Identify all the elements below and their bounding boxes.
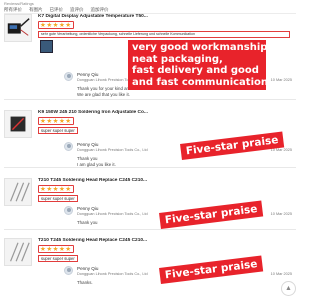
filter-tab-with-images[interactable]: 有图片 bbox=[29, 7, 43, 13]
avatar bbox=[64, 206, 73, 215]
reply-date: 10 Mar 2025 bbox=[270, 78, 292, 82]
review-text: super super super bbox=[38, 127, 78, 134]
arrow-up-icon[interactable]: ▲ bbox=[281, 281, 296, 296]
product-thumbnail[interactable] bbox=[4, 238, 32, 266]
reply-text: Thank you I am glad you like it. bbox=[77, 156, 116, 167]
product-title[interactable]: T210 T245 Soldering Head Replace C245 C2… bbox=[38, 238, 228, 243]
avatar bbox=[64, 142, 73, 151]
star-rating: ★★★★★ bbox=[38, 245, 74, 253]
filter-tab-all[interactable]: 所有评价 bbox=[4, 7, 22, 13]
review-text: super super super bbox=[38, 195, 78, 202]
star-rating: ★★★★★ bbox=[38, 117, 74, 125]
product-thumbnail[interactable] bbox=[4, 178, 32, 206]
review-photo[interactable] bbox=[40, 40, 53, 53]
reply-author: Penny Qiu bbox=[77, 206, 99, 211]
avatar bbox=[64, 72, 73, 81]
product-title[interactable]: K7 Digital Display Adjustable Temperatur… bbox=[38, 14, 228, 19]
reply-author: Penny Qiu bbox=[77, 142, 99, 147]
filter-tab-reviewed[interactable]: 已评价 bbox=[50, 7, 64, 13]
star-rating: ★★★★★ bbox=[38, 21, 74, 29]
reply-text: Thanks. bbox=[77, 280, 93, 285]
reply-text: Thank you bbox=[77, 220, 98, 225]
page-header: Reviews/Ratings 所有评价 有图片 已评价 追评价 追加评价 bbox=[4, 1, 296, 14]
reply-author: Penny Qiu bbox=[77, 266, 99, 271]
filter-tab-follow-up[interactable]: 追评价 bbox=[70, 7, 84, 13]
filter-tab-added-review[interactable]: 追加评价 bbox=[91, 7, 109, 13]
reply-company: Dongguan Lihonk Precision Tools Co., Ltd bbox=[77, 212, 148, 216]
filter-tabs: 所有评价 有图片 已评价 追评价 追加评价 bbox=[4, 6, 296, 14]
reply-company: Dongguan Lihonk Precision Tools Co., Ltd bbox=[77, 272, 148, 276]
product-thumbnail[interactable] bbox=[4, 14, 32, 42]
translation-caption: very good workmanship, neat packaging, f… bbox=[128, 40, 272, 90]
product-thumbnail[interactable] bbox=[4, 110, 32, 138]
reply-date: 10 Mar 2025 bbox=[270, 212, 292, 216]
reply-author: Penny Qiu bbox=[77, 72, 99, 77]
reply-date: 10 Mar 2025 bbox=[270, 272, 292, 276]
avatar bbox=[64, 266, 73, 275]
star-rating: ★★★★★ bbox=[38, 185, 74, 193]
product-title[interactable]: K9 150W 245 210 Soldering Iron Adjustabl… bbox=[38, 110, 228, 115]
review-text: super super super bbox=[38, 255, 78, 262]
product-title[interactable]: T210 T245 Soldering Head Replace C245 C2… bbox=[38, 178, 228, 183]
review-text: sehr gute Verarbeitung, ordentliche Verp… bbox=[38, 31, 290, 38]
reply-company: Dongguan Lihonk Precision Tools Co., Ltd bbox=[77, 148, 148, 152]
